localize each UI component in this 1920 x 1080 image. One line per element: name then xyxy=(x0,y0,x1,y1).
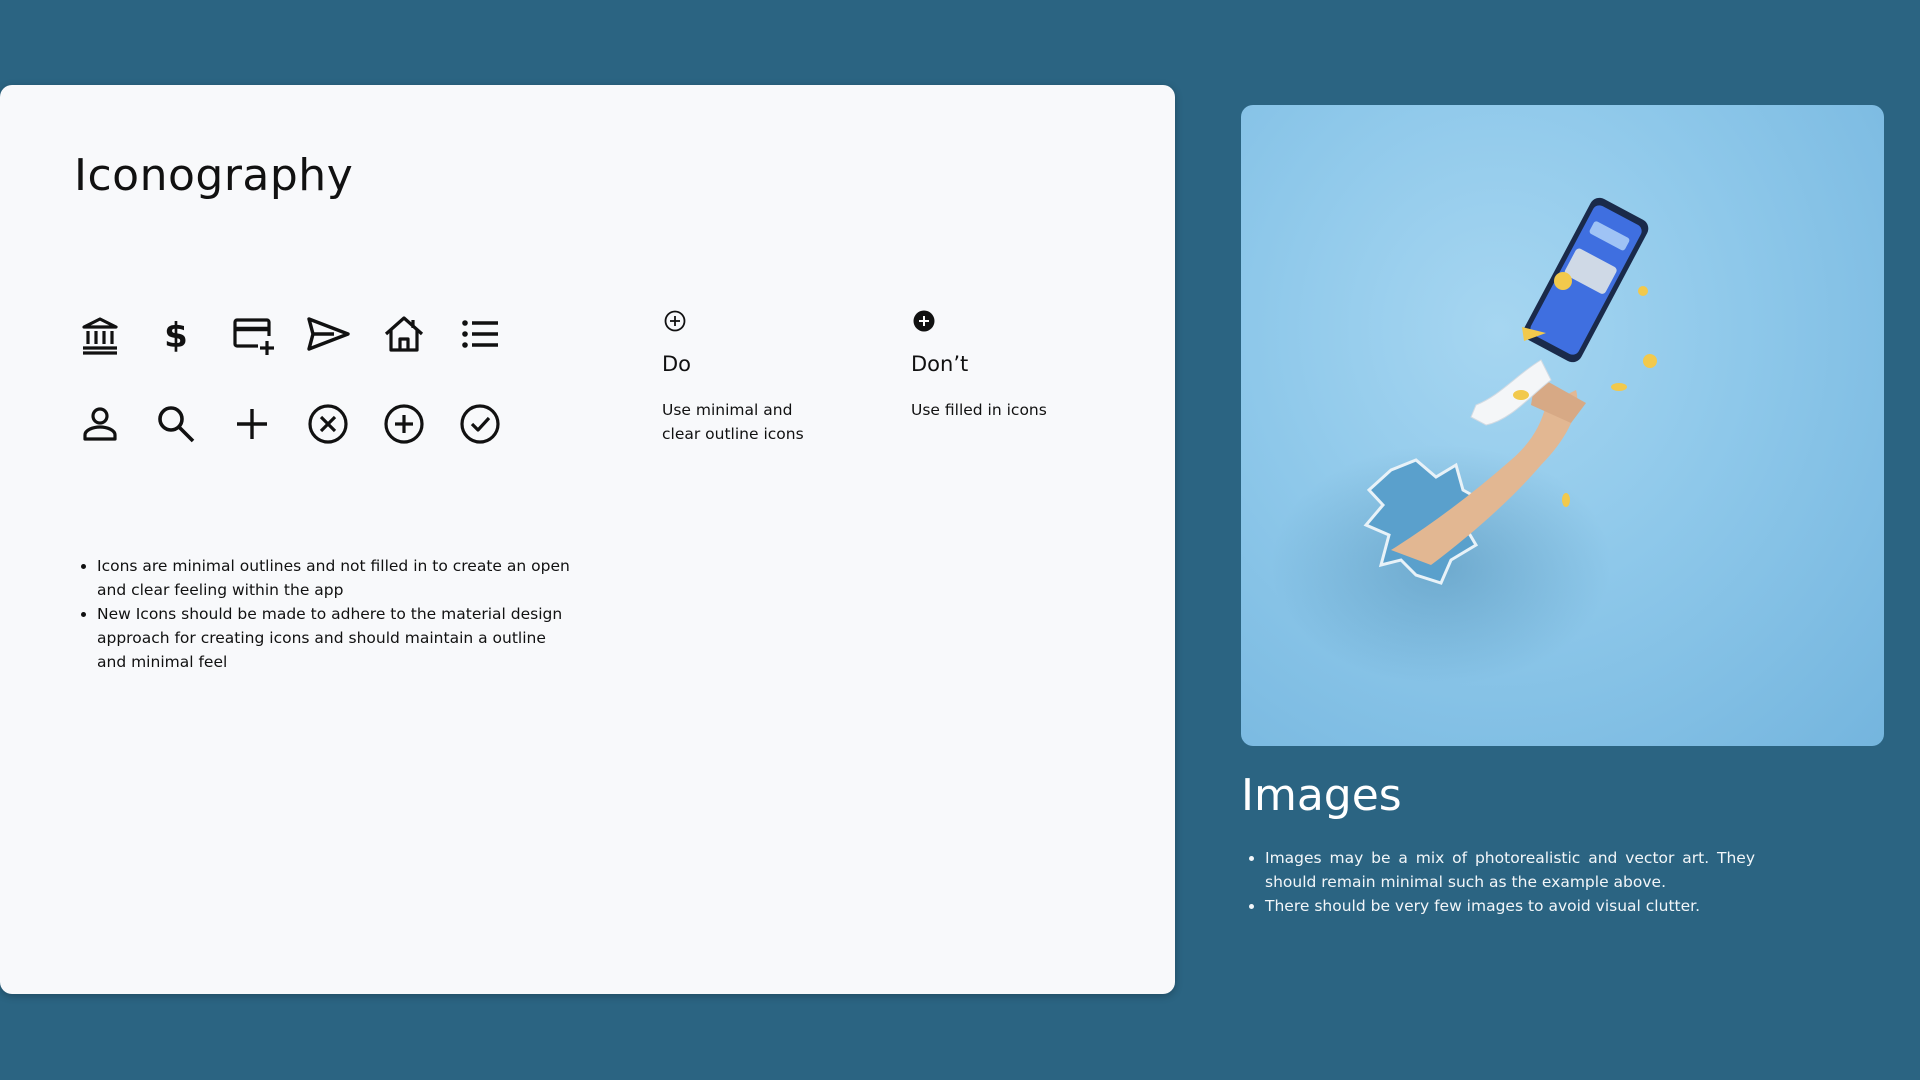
hand-phone-illustration xyxy=(1271,197,1657,685)
search-icon xyxy=(152,400,200,448)
bullet-item: Images may be a mix of photorealistic an… xyxy=(1265,846,1755,894)
bullet-item: There should be very few images to avoid… xyxy=(1265,894,1755,918)
person-icon xyxy=(76,400,124,448)
plus-icon xyxy=(228,400,276,448)
cancel-circle-icon xyxy=(304,400,352,448)
list-icon xyxy=(456,310,504,358)
iconography-bullets: Icons are minimal outlines and not fille… xyxy=(80,554,577,674)
add-circle-outline-icon xyxy=(662,308,832,334)
icon-grid: $ xyxy=(76,310,532,490)
add-card-icon xyxy=(228,310,276,358)
dont-example: Don’t Use filled in icons xyxy=(911,308,1081,422)
add-circle-filled-icon xyxy=(911,308,1081,334)
images-title: Images xyxy=(1241,770,1402,821)
iconography-title: Iconography xyxy=(74,150,354,201)
bank-icon xyxy=(76,310,124,358)
images-bullets: Images may be a mix of photorealistic an… xyxy=(1248,846,1755,918)
add-circle-outline-icon xyxy=(380,400,428,448)
home-icon xyxy=(380,310,428,358)
dont-description: Use filled in icons xyxy=(911,401,1047,419)
example-photo xyxy=(1241,105,1884,746)
bullet-item: Icons are minimal outlines and not fille… xyxy=(97,554,577,602)
check-circle-icon xyxy=(456,400,504,448)
send-icon xyxy=(304,310,352,358)
dont-heading: Don’t xyxy=(911,352,969,376)
svg-text:$: $ xyxy=(164,316,188,356)
dollar-icon: $ xyxy=(152,310,200,358)
bullet-item: New Icons should be made to adhere to th… xyxy=(97,602,577,674)
do-heading: Do xyxy=(662,352,692,376)
do-description: Use minimal and clear outline icons xyxy=(662,401,804,443)
do-example: Do Use minimal and clear outline icons xyxy=(662,308,832,446)
iconography-card xyxy=(0,85,1175,994)
